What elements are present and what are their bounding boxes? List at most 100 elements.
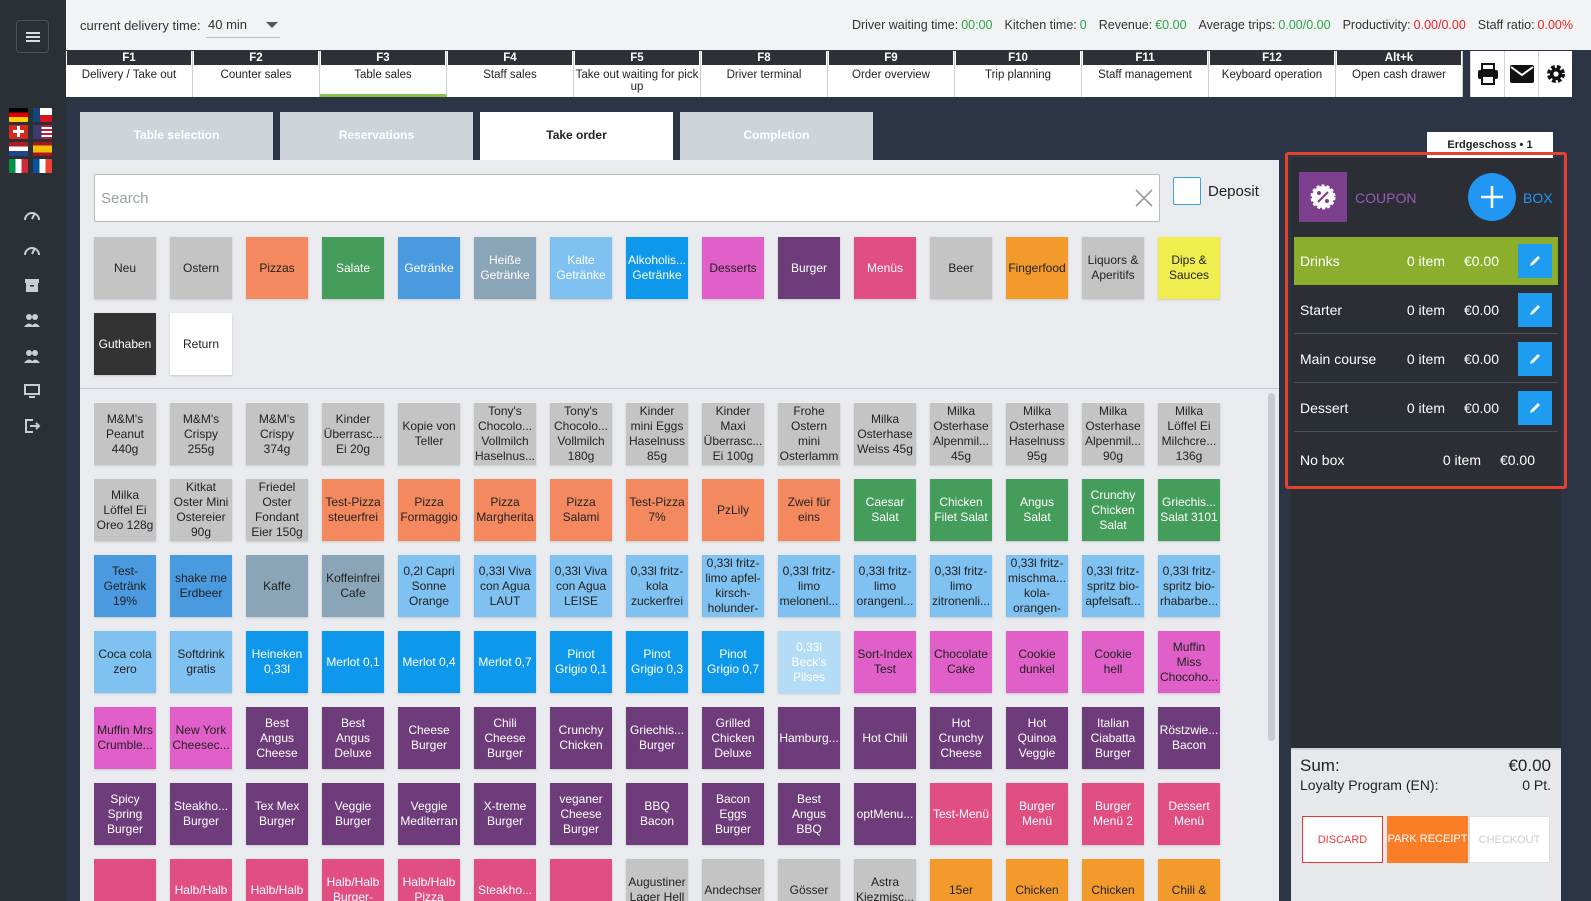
product-tile[interactable]: X-treme Burger: [474, 783, 536, 845]
product-tile[interactable]: 0,33l fritz-mischma... kola-orangen-: [1006, 555, 1068, 617]
course-row-main-course[interactable]: Main course 0 item €0.00: [1294, 335, 1558, 383]
product-tile[interactable]: Merlot 0,7: [474, 631, 536, 693]
edit-course-button[interactable]: [1518, 391, 1552, 425]
product-tile[interactable]: Chicken: [1082, 859, 1144, 901]
box-label[interactable]: BOX: [1523, 190, 1553, 206]
product-tile[interactable]: Friedel Oster Fondant Eier 150g: [246, 479, 308, 541]
flag-ch[interactable]: [9, 125, 28, 139]
product-tile[interactable]: Röstzwie... Bacon: [1158, 707, 1220, 769]
product-tile[interactable]: Hamburg...: [778, 707, 840, 769]
product-tile[interactable]: Bacon Eggs Burger: [702, 783, 764, 845]
product-tile[interactable]: Italian Ciabatta Burger: [1082, 707, 1144, 769]
product-scrollbar[interactable]: [1268, 393, 1275, 741]
product-tile[interactable]: Best Angus Cheese: [246, 707, 308, 769]
product-tile[interactable]: Cookie hell: [1082, 631, 1144, 693]
product-tile[interactable]: M&M's Peanut 440g: [94, 403, 156, 465]
product-tile[interactable]: Halb/Halb Pizza: [398, 859, 460, 901]
product-tile[interactable]: Tony's Chocolo... Vollmilch 180g: [550, 403, 612, 465]
product-tile[interactable]: Hot Crunchy Cheese: [930, 707, 992, 769]
product-tile[interactable]: Sort-Index Test: [854, 631, 916, 693]
users-icon[interactable]: [23, 312, 41, 328]
product-tile[interactable]: Test-Pizza 7%: [626, 479, 688, 541]
fkey-button-alt-k[interactable]: Alt+k Open cash drawer: [1336, 51, 1463, 97]
product-tile[interactable]: 0,33l fritz-limo apfel-kirsch-holunder-: [702, 555, 764, 617]
product-tile[interactable]: BBQ Bacon: [626, 783, 688, 845]
flag-de[interactable]: [9, 108, 28, 122]
product-tile[interactable]: Steakho... Burger: [170, 783, 232, 845]
product-tile[interactable]: Halb/Halb: [170, 859, 232, 901]
product-tile[interactable]: Chili Cheese Burger: [474, 707, 536, 769]
discard-button[interactable]: DISCARD: [1302, 816, 1383, 863]
menu-button[interactable]: [16, 20, 49, 53]
product-tile[interactable]: 15er: [930, 859, 992, 901]
product-tile[interactable]: Angus Salat: [1006, 479, 1068, 541]
category-tile[interactable]: Beer: [930, 237, 992, 299]
fkey-button-f4[interactable]: F4 Staff sales: [447, 51, 574, 97]
product-tile[interactable]: Merlot 0,1: [322, 631, 384, 693]
product-tile[interactable]: Pizza Margherita: [474, 479, 536, 541]
speedometer-icon[interactable]: [23, 242, 41, 258]
product-tile[interactable]: Chili &: [1158, 859, 1220, 901]
fkey-button-f12[interactable]: F12 Keyboard operation: [1209, 51, 1336, 97]
product-tile[interactable]: [94, 859, 156, 901]
product-tile[interactable]: optMenu...: [854, 783, 916, 845]
users-icon[interactable]: [23, 348, 41, 364]
fkey-button-f11[interactable]: F11 Staff management: [1082, 51, 1209, 97]
fkey-button-f3[interactable]: F3 Table sales: [320, 51, 447, 97]
category-tile[interactable]: Fingerfood: [1006, 237, 1068, 299]
flag-nl[interactable]: [9, 142, 28, 156]
category-tile[interactable]: Ostern: [170, 237, 232, 299]
coupon-button[interactable]: [1299, 172, 1347, 222]
fkey-button-f2[interactable]: F2 Counter sales: [193, 51, 320, 97]
product-tile[interactable]: Pinot Grigio 0,1: [550, 631, 612, 693]
product-tile[interactable]: Pizza Formaggio: [398, 479, 460, 541]
tab-take-order[interactable]: Take order: [480, 112, 673, 160]
product-tile[interactable]: Dessert Menü: [1158, 783, 1220, 845]
search-input[interactable]: [101, 185, 1101, 211]
product-tile[interactable]: Test-Menü: [930, 783, 992, 845]
product-tile[interactable]: Softdrink gratis: [170, 631, 232, 693]
course-row-drinks[interactable]: Drinks 0 item €0.00: [1294, 237, 1558, 285]
product-tile[interactable]: Zwei für eins: [778, 479, 840, 541]
mail-button[interactable]: [1504, 51, 1538, 97]
flag-es[interactable]: [33, 142, 52, 156]
product-tile[interactable]: Gösser: [778, 859, 840, 901]
product-tile[interactable]: Chicken Filet Salat: [930, 479, 992, 541]
product-tile[interactable]: Astra Kiezmisc...: [854, 859, 916, 901]
product-tile[interactable]: Chicken: [1006, 859, 1068, 901]
tab-table-selection[interactable]: Table selection: [80, 112, 273, 160]
product-tile[interactable]: Cookie dunkel: [1006, 631, 1068, 693]
product-tile[interactable]: Kinder Überrasc... Ei 20g: [322, 403, 384, 465]
product-tile[interactable]: veganer Cheese Burger: [550, 783, 612, 845]
product-tile[interactable]: Milka Osterhase Alpenmil... 45g: [930, 403, 992, 465]
category-tile[interactable]: Salate: [322, 237, 384, 299]
no-box-row[interactable]: No box 0 item €0.00: [1294, 436, 1558, 484]
category-tile[interactable]: Desserts: [702, 237, 764, 299]
product-tile[interactable]: Milka Osterhase Alpenmil... 90g: [1082, 403, 1144, 465]
category-tile[interactable]: Neu: [94, 237, 156, 299]
product-tile[interactable]: Kitkat Oster Mini Ostereier 90g: [170, 479, 232, 541]
product-tile[interactable]: Kopie von Teller: [398, 403, 460, 465]
product-tile[interactable]: Kinder Maxi Überrasc... Ei 100g: [702, 403, 764, 465]
product-tile[interactable]: Test-Pizza steuerfrei: [322, 479, 384, 541]
monitor-icon[interactable]: [23, 383, 41, 399]
add-box-button[interactable]: [1468, 173, 1516, 221]
category-tile[interactable]: Return: [170, 313, 232, 375]
product-tile[interactable]: Milka Osterhase Weiss 45g: [854, 403, 916, 465]
product-tile[interactable]: 0,33l Beck's Pilses: [778, 631, 840, 693]
product-tile[interactable]: Burger Menü: [1006, 783, 1068, 845]
coupon-label[interactable]: COUPON: [1355, 190, 1416, 206]
course-row-dessert[interactable]: Dessert 0 item €0.00: [1294, 384, 1558, 432]
tab-completion[interactable]: Completion: [680, 112, 873, 160]
product-tile[interactable]: Hot Quinoa Veggie: [1006, 707, 1068, 769]
product-tile[interactable]: PzLily: [702, 479, 764, 541]
flag-it[interactable]: [9, 159, 28, 173]
product-tile[interactable]: Crunchy Chicken: [550, 707, 612, 769]
logout-icon[interactable]: [23, 418, 41, 434]
product-tile[interactable]: 0,33l Viva con Agua LAUT: [474, 555, 536, 617]
product-tile[interactable]: Coca cola zero: [94, 631, 156, 693]
fkey-button-f5[interactable]: F5 Take out waiting for pick up: [574, 51, 701, 97]
product-tile[interactable]: Milka Löffel Ei Oreo 128g: [94, 479, 156, 541]
product-tile[interactable]: Milka Osterhase Haselnuss 95g: [1006, 403, 1068, 465]
category-tile[interactable]: Heiße Getränke: [474, 237, 536, 299]
